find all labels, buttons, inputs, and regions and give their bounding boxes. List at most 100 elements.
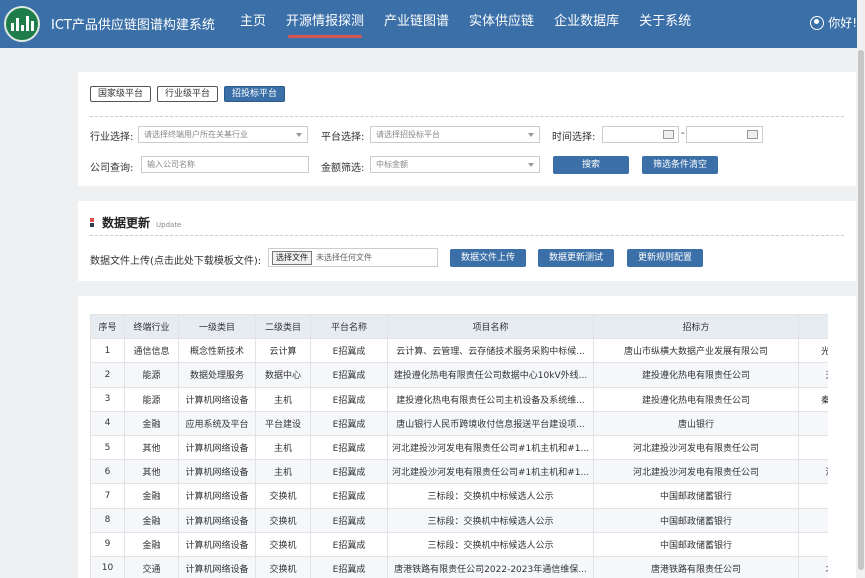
update-panel: 数据更新 Update 数据文件上传(点击此处下载模板文件): 选择文件 未选择… — [78, 201, 856, 281]
filter-panel: 国家级平台 行业级平台 招投标平台 行业选择: 请选择终端用户所在关基行业 平台选择… — [78, 72, 856, 186]
platform-tab[interactable]: 国家级平台 — [90, 86, 152, 102]
nav-item[interactable]: 产业链图谱 — [374, 0, 459, 48]
nav-item[interactable]: 主页 — [230, 0, 276, 48]
column-header[interactable] — [798, 314, 828, 340]
column-header[interactable]: 一级类目 — [178, 314, 256, 340]
main-nav: 主页 开源情报探测 产业链图谱 实体供应链 企业数据库 关于系统 — [230, 0, 701, 48]
table-cell: 云计算、云管理、云存储技术服务采购中标候... — [387, 338, 594, 364]
table-cell: E招冀成 — [310, 507, 388, 533]
table-cell: 建投遵化热电有限责任公司 — [593, 386, 799, 412]
table-row[interactable]: 8金融计算机网络设备交换机E招冀成三标段：交换机中标候选人公示中国邮政储蓄银行石 — [90, 507, 828, 533]
table-cell: 秦皇岛 — [798, 386, 828, 412]
table-cell: E招冀成 — [310, 555, 388, 578]
page-scrollbar[interactable] — [857, 0, 865, 578]
platform-tab[interactable]: 行业级平台 — [157, 86, 219, 102]
table-cell — [798, 434, 828, 461]
platform-tab[interactable]: 招投标平台 — [224, 86, 286, 102]
table-cell: 河 — [798, 483, 828, 509]
table-cell: 中国邮政储蓄银行 — [593, 531, 799, 557]
search-button[interactable]: 搜索 — [553, 156, 629, 174]
upload-button[interactable]: 数据文件上传 — [450, 249, 526, 267]
table-cell: E招冀成 — [310, 386, 388, 412]
clear-filters-button[interactable]: 筛选条件清空 — [642, 156, 718, 174]
column-header[interactable]: 招标方 — [593, 314, 799, 340]
table-cell: 云计算 — [255, 338, 311, 364]
table-row[interactable]: 7金融计算机网络设备交换机E招冀成三标段：交换机中标候选人公示中国邮政储蓄银行河 — [90, 483, 828, 509]
table-cell: 建投遵化热电有限责任公司 — [593, 362, 799, 388]
table-cell: E招冀成 — [310, 362, 388, 388]
column-header[interactable]: 序号 — [90, 314, 125, 340]
company-search-input[interactable]: 输入公司名称 — [141, 156, 309, 173]
nav-item[interactable]: 关于系统 — [629, 0, 701, 48]
table-cell: 交换机 — [255, 483, 311, 509]
nav-item[interactable]: 企业数据库 — [544, 0, 629, 48]
table-cell: 3 — [90, 386, 125, 412]
table-cell: 建投遵化热电有限责任公司数据中心10kV外线... — [387, 362, 594, 388]
column-header[interactable]: 平台名称 — [310, 314, 388, 340]
table-cell: 唐港铁路有限责任公司2022-2023年通信维保... — [387, 555, 594, 578]
table-cell: 数据中心 — [255, 362, 311, 388]
date-separator: - — [681, 128, 685, 139]
table-row[interactable]: 6 其他 计算机网络设备 主机 E招冀成 河北建投沙河发电有限责任公司#1机主机和#1..… — [90, 459, 828, 485]
table-cell: 唐港铁路有限责任公司 — [593, 555, 799, 578]
results-panel: 序号 终端行业 一级类目 二级类目 平台名称 项目名称 招标方 1 通信信息 概念性新技术 云计算… — [78, 296, 856, 578]
table-row[interactable]: 3 能源 计算机网络设备 主机 E招冀成 建投遵化热电有限责任公司主机设备及系统维... 建… — [90, 386, 828, 412]
table-cell: 通信信息 — [124, 338, 179, 364]
table-cell: 4 — [90, 410, 125, 436]
table-cell: 6 — [90, 459, 125, 485]
table-row[interactable]: 9金融计算机网络设备交换机E招冀成三标段：交换机中标候选人公示中国邮政储蓄银行河 — [90, 531, 828, 557]
end-date-input[interactable] — [686, 126, 763, 143]
table-row[interactable]: 4 金融 应用系统及平台 平台建设 E招冀成 唐山银行人民币跨境收付信息报送平台建设项..… — [90, 410, 828, 436]
table-cell: 金融 — [124, 410, 179, 436]
table-row[interactable]: 5 其他 计算机网络设备 主机 E招冀成 河北建投沙河发电有限责任公司#1机主机和#1..… — [90, 434, 828, 461]
table-cell: 计算机网络设备 — [178, 507, 256, 533]
table-cell: 河北建投沙河发电有限责任公司#1机主机和#1... — [387, 434, 594, 461]
table-cell: 唐山银行人民币跨境收付信息报送平台建设项... — [387, 410, 594, 436]
table-cell: 数据处理服务 — [178, 362, 256, 388]
table-cell: 中国邮政储蓄银行 — [593, 483, 799, 509]
table-cell: 交换机 — [255, 531, 311, 557]
table-cell: 河北建投沙河发电有限责任公司#1机主机和#1... — [387, 459, 594, 485]
table-cell: 9 — [90, 531, 125, 557]
calendar-icon — [747, 130, 758, 139]
user-greeting: 你好! — [828, 16, 857, 30]
table-cell: E招冀成 — [310, 459, 388, 485]
table-cell: 5 — [90, 434, 125, 461]
column-header[interactable]: 终端行业 — [124, 314, 179, 340]
column-header[interactable]: 项目名称 — [387, 314, 594, 340]
table-cell — [798, 410, 828, 436]
table-cell: 8 — [90, 507, 125, 533]
column-header[interactable]: 二级类目 — [255, 314, 311, 340]
table-cell: 河北建投沙河发电有限责任公司 — [593, 434, 799, 461]
table-cell: 2 — [90, 362, 125, 388]
table-cell: 主机 — [255, 434, 311, 461]
nav-item[interactable]: 开源情报探测 — [276, 0, 374, 48]
table-row[interactable]: 1 通信信息 概念性新技术 云计算 E招冀成 云计算、云管理、云存储技术服务采购中标候..… — [90, 338, 828, 364]
table-cell: 平台建设 — [255, 410, 311, 436]
choose-file-button[interactable]: 选择文件 — [272, 250, 312, 265]
table-row[interactable]: 10 交通 计算机网络设备 交换机 E招冀成 唐港铁路有限责任公司2022-2023年通信… — [90, 555, 828, 578]
file-status: 未选择任何文件 — [316, 253, 372, 262]
rule-config-button[interactable]: 更新规则配置 — [627, 249, 703, 267]
table-cell: 计算机网络设备 — [178, 531, 256, 557]
file-input[interactable]: 选择文件 未选择任何文件 — [268, 248, 438, 267]
table-cell: 金融 — [124, 483, 179, 509]
table-row[interactable]: 2 能源 数据处理服务 数据中心 E招冀成 建投遵化热电有限责任公司数据中心10kV外线.… — [90, 362, 828, 388]
upload-label[interactable]: 数据文件上传(点击此处下载模板文件): — [90, 252, 261, 267]
user-menu[interactable]: 你好! — [810, 14, 857, 31]
table-cell: E招冀成 — [310, 531, 388, 557]
amount-select[interactable]: 中标金额 — [370, 156, 540, 173]
table-cell: 唐山银行 — [593, 410, 799, 436]
nav-item[interactable]: 实体供应链 — [459, 0, 544, 48]
table-cell: 1 — [90, 338, 125, 364]
platform-tabs: 国家级平台 行业级平台 招投标平台 — [90, 86, 286, 102]
platform-label: 平台选择: — [321, 132, 365, 143]
table-cell: 三标段：交换机中标候选人公示 — [387, 531, 594, 557]
start-date-input[interactable] — [602, 126, 679, 143]
update-test-button[interactable]: 数据更新测试 — [538, 249, 614, 267]
table-header-row: 序号 终端行业 一级类目 二级类目 平台名称 项目名称 招标方 — [90, 314, 828, 340]
divider — [90, 116, 844, 117]
industry-select[interactable]: 请选择终端用户所在关基行业 — [138, 126, 308, 143]
app-logo-icon[interactable] — [4, 6, 40, 42]
platform-select[interactable]: 请选择招投标平台 — [370, 126, 540, 143]
